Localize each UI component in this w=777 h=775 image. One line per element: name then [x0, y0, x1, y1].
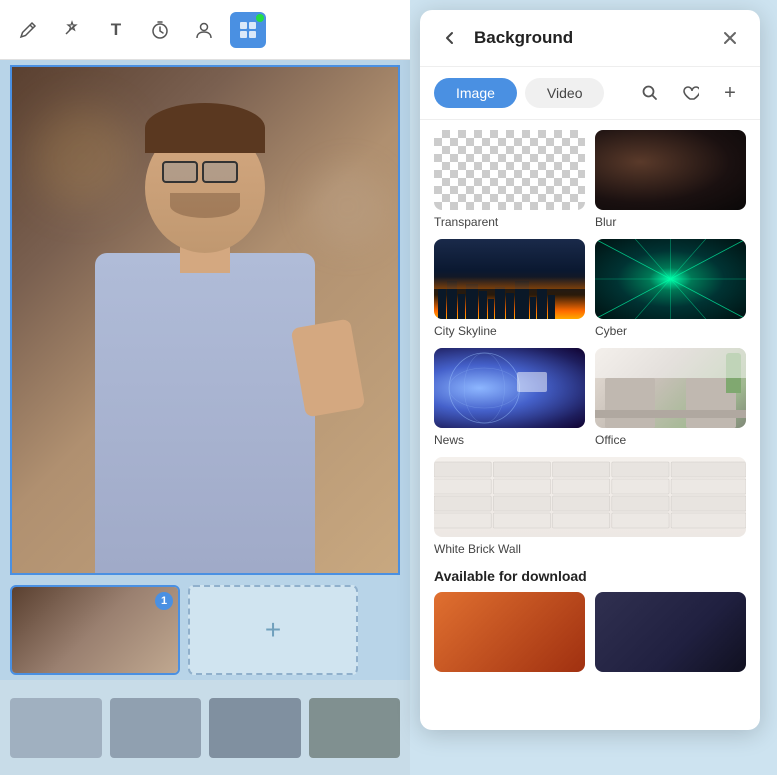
grid-tool-button[interactable] — [230, 12, 266, 48]
bg-label-blur: Blur — [595, 215, 746, 229]
panel-title: Background — [474, 28, 706, 48]
panel-header: Background — [420, 10, 760, 67]
background-panel: Background Image Video + — [420, 10, 760, 730]
panel-back-button[interactable] — [436, 24, 464, 52]
tab-video[interactable]: Video — [525, 78, 605, 108]
bg-label-brick: White Brick Wall — [434, 542, 746, 556]
person-tool-button[interactable] — [186, 12, 222, 48]
canvas-area — [0, 60, 410, 580]
bg-item-cyber[interactable]: Cyber — [595, 239, 746, 338]
bg-thumb-office — [595, 348, 746, 428]
bg-item-news[interactable]: News — [434, 348, 585, 447]
add-slide-button[interactable]: + — [188, 585, 358, 675]
backgrounds-grid: Transparent Blur — [434, 130, 746, 447]
bg-label-cyber: Cyber — [595, 324, 746, 338]
bg-thumb-news — [434, 348, 585, 428]
bg-item-office[interactable]: Office — [595, 348, 746, 447]
add-button[interactable]: + — [714, 77, 746, 109]
bottom-thumb-3 — [209, 698, 301, 758]
tab-image[interactable]: Image — [434, 78, 517, 108]
bottom-thumb-4 — [309, 698, 401, 758]
bg-item-transparent[interactable]: Transparent — [434, 130, 585, 229]
bottom-thumb-2 — [110, 698, 202, 758]
thumbnail-strip: 1 + — [0, 580, 410, 680]
panel-close-button[interactable] — [716, 24, 744, 52]
bg-item-brick[interactable]: White Brick Wall — [434, 457, 746, 556]
bg-item-city[interactable]: City Skyline — [434, 239, 585, 338]
available-downloads-grid — [434, 592, 746, 672]
available-download-label: Available for download — [434, 568, 746, 584]
bottom-strip — [0, 680, 410, 775]
thumbnail-badge: 1 — [155, 592, 173, 610]
download-item-2[interactable] — [595, 592, 746, 672]
download-thumb-1 — [434, 592, 585, 672]
pen-tool-button[interactable] — [10, 12, 46, 48]
magic-tool-button[interactable] — [54, 12, 90, 48]
timer-tool-button[interactable] — [142, 12, 178, 48]
text-tool-button[interactable]: T — [98, 12, 134, 48]
canvas-image — [10, 65, 400, 575]
bg-thumb-brick — [434, 457, 746, 537]
bg-label-city: City Skyline — [434, 324, 585, 338]
bg-thumb-cyber — [595, 239, 746, 319]
panel-content: Transparent Blur — [420, 120, 760, 730]
toolbar: T — [0, 0, 410, 60]
bg-item-blur[interactable]: Blur — [595, 130, 746, 229]
bg-thumb-transparent — [434, 130, 585, 210]
bg-item-brick-wrapper: White Brick Wall — [434, 457, 746, 556]
bg-label-transparent: Transparent — [434, 215, 585, 229]
search-button[interactable] — [634, 77, 666, 109]
bg-label-news: News — [434, 433, 585, 447]
bg-thumb-city — [434, 239, 585, 319]
bottom-thumb-1 — [10, 698, 102, 758]
bg-thumb-blur — [595, 130, 746, 210]
thumbnail-1[interactable]: 1 — [10, 585, 180, 675]
download-thumb-2 — [595, 592, 746, 672]
download-item-1[interactable] — [434, 592, 585, 672]
bg-label-office: Office — [595, 433, 746, 447]
favorites-button[interactable] — [674, 77, 706, 109]
tab-bar: Image Video + — [420, 67, 760, 120]
